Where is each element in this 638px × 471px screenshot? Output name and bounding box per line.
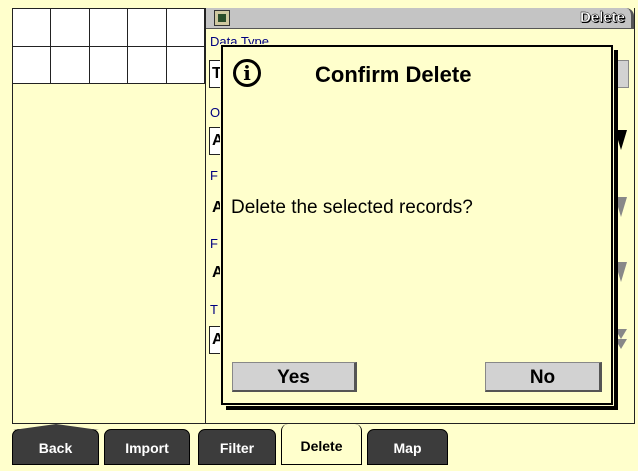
- window-titlebar: Delete: [206, 8, 634, 29]
- dropdown-arrow-icon[interactable]: [614, 327, 628, 351]
- grid-cell[interactable]: [50, 8, 90, 47]
- no-button[interactable]: No: [485, 362, 602, 392]
- divider: [634, 8, 635, 424]
- record-grid[interactable]: [11, 8, 206, 84]
- grid-cell[interactable]: [50, 45, 90, 84]
- window-title: Delete: [579, 9, 625, 26]
- grid-cell[interactable]: [11, 45, 52, 84]
- dialog-message: Delete the selected records?: [231, 197, 473, 218]
- grid-cell[interactable]: [127, 8, 167, 47]
- confirm-delete-dialog: i Confirm Delete Delete the selected rec…: [221, 45, 613, 405]
- yes-button[interactable]: Yes: [232, 362, 357, 392]
- field-label-f2: F: [210, 236, 218, 251]
- tab-filter[interactable]: Filter: [198, 429, 276, 465]
- dropdown-arrow-icon[interactable]: [614, 260, 628, 284]
- tab-map[interactable]: Map: [367, 429, 448, 465]
- divider: [205, 8, 206, 424]
- tab-back[interactable]: Back: [12, 424, 99, 465]
- dropdown-arrow-icon[interactable]: [614, 195, 628, 219]
- grid-cell[interactable]: [127, 45, 167, 84]
- dialog-title: Confirm Delete: [315, 62, 472, 87]
- field-label-f1: F: [210, 168, 218, 183]
- info-icon: i: [233, 59, 261, 87]
- tab-import[interactable]: Import: [104, 429, 190, 465]
- field-label-t: T: [210, 302, 218, 317]
- app-icon: [214, 10, 230, 26]
- screen: Delete Data Type T O A F A F A T A i Con…: [0, 0, 638, 471]
- grid-cell[interactable]: [165, 45, 206, 84]
- grid-cell[interactable]: [165, 8, 206, 47]
- divider: [12, 84, 13, 424]
- field-label-o: O: [210, 105, 221, 120]
- dropdown-arrow-icon[interactable]: [614, 128, 628, 152]
- grid-cell[interactable]: [88, 8, 129, 47]
- grid-cell[interactable]: [11, 8, 52, 47]
- grid-cell[interactable]: [88, 45, 129, 84]
- tab-delete[interactable]: Delete: [281, 424, 362, 465]
